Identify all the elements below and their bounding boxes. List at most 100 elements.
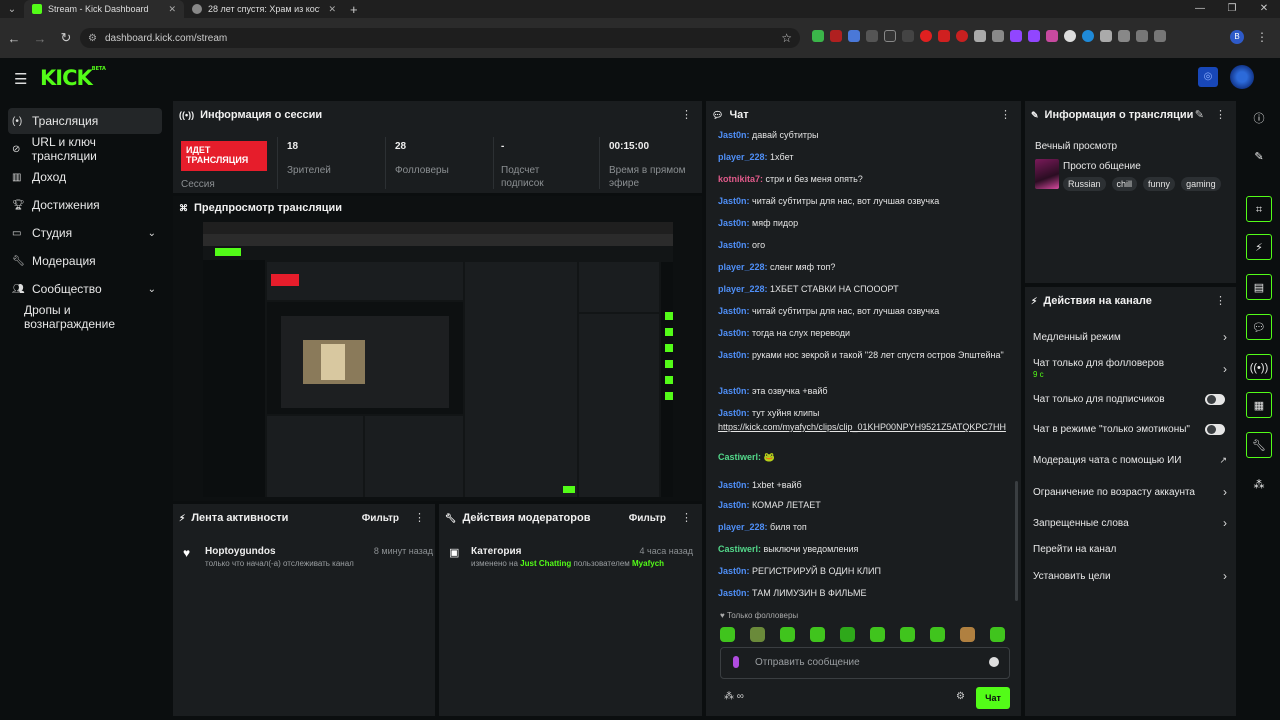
extension-icon[interactable] bbox=[992, 30, 1004, 42]
channel-action-followers-only[interactable]: Чат только для фолловеров 9 с › bbox=[1033, 358, 1227, 379]
emote-only-toggle[interactable] bbox=[1205, 424, 1225, 435]
extension-icon[interactable] bbox=[884, 30, 896, 42]
extension-icon[interactable] bbox=[1028, 30, 1040, 42]
extension-icon[interactable] bbox=[938, 30, 950, 42]
extension-shield-icon[interactable] bbox=[812, 30, 824, 42]
address-bar[interactable]: ⚙ dashboard.kick.com/stream ☆ bbox=[80, 28, 800, 48]
clip-crop-icon[interactable]: ⌗ bbox=[1246, 196, 1272, 222]
close-tab-icon[interactable]: ✕ bbox=[168, 4, 176, 15]
chat-username[interactable]: Jast0n: bbox=[718, 386, 752, 396]
chat-username[interactable]: Jast0n: bbox=[718, 130, 752, 140]
extension-icon[interactable] bbox=[866, 30, 878, 42]
chat-bubble-icon[interactable]: 💬︎ bbox=[1246, 314, 1272, 340]
extension-icon[interactable] bbox=[1064, 30, 1076, 42]
panel-menu-icon[interactable]: ⋮ bbox=[1215, 294, 1226, 307]
emote-icon[interactable] bbox=[960, 627, 975, 642]
chat-users-icon[interactable]: ⁂ ∞ bbox=[724, 691, 744, 702]
sidebar-item-achievements[interactable]: 🏆︎ Достижения bbox=[8, 192, 162, 218]
channel-action-banned-words[interactable]: Запрещенные слова › bbox=[1033, 516, 1227, 530]
chat-username[interactable]: Castiwerl: bbox=[718, 452, 764, 462]
sidebar-item-studio[interactable]: ▭ Студия ⌄ bbox=[8, 220, 162, 246]
activity-filter-button[interactable]: Фильтр bbox=[362, 513, 399, 524]
sidebar-item-community[interactable]: 👥︎ Сообщество ⌄ bbox=[8, 276, 162, 302]
emote-icon[interactable] bbox=[780, 627, 795, 642]
chat-username[interactable]: Jast0n: bbox=[718, 500, 752, 510]
panel-menu-icon[interactable]: ⋮ bbox=[681, 511, 692, 524]
chat-username[interactable]: Jast0n: bbox=[718, 240, 752, 250]
chat-scrollbar[interactable] bbox=[1015, 481, 1018, 601]
browser-tab-kick[interactable]: Stream - Kick Dashboard ✕ bbox=[24, 0, 184, 18]
emote-icon[interactable] bbox=[930, 627, 945, 642]
subs-only-toggle[interactable] bbox=[1205, 394, 1225, 405]
panel-menu-icon[interactable]: ⋮ bbox=[414, 511, 425, 524]
info-icon[interactable]: ⓘ bbox=[1246, 106, 1272, 132]
bookmark-star-icon[interactable]: ☆ bbox=[781, 31, 792, 45]
sidebar-item-revenue[interactable]: ▥ Доход bbox=[8, 164, 162, 190]
wrench-icon[interactable]: 🔧︎ bbox=[1246, 432, 1272, 458]
emoji-picker-icon[interactable] bbox=[989, 657, 999, 667]
sidebar-item-stream[interactable]: (•) Трансляция bbox=[8, 108, 162, 134]
twitch-extension-icon[interactable] bbox=[1010, 30, 1022, 42]
chat-username[interactable]: Jast0n: bbox=[718, 408, 752, 418]
close-window-icon[interactable]: ✕ bbox=[1248, 0, 1280, 18]
channel-action-account-age[interactable]: Ограничение по возрасту аккаунта › bbox=[1033, 485, 1227, 499]
reload-icon[interactable]: ↻ bbox=[54, 30, 78, 46]
chat-username[interactable]: Jast0n: bbox=[718, 306, 752, 316]
back-icon[interactable]: ← bbox=[2, 31, 26, 46]
sidebar-item-drops[interactable]: Дропы и вознаграждение bbox=[8, 303, 162, 331]
notes-icon[interactable]: ▤ bbox=[1246, 274, 1272, 300]
language-button[interactable]: ◎ bbox=[1198, 67, 1218, 87]
chat-username[interactable]: Jast0n: bbox=[718, 196, 752, 206]
reading-list-icon[interactable] bbox=[1136, 30, 1148, 42]
youtube-extension-icon[interactable] bbox=[920, 30, 932, 42]
extension-icon[interactable] bbox=[830, 30, 842, 42]
chat-username[interactable]: Jast0n: bbox=[718, 328, 752, 338]
menu-hamburger-icon[interactable]: ☰ bbox=[14, 70, 27, 88]
emote-icon[interactable] bbox=[810, 627, 825, 642]
forward-icon[interactable]: → bbox=[28, 31, 52, 46]
emote-icon[interactable] bbox=[720, 627, 735, 642]
extension-icon[interactable] bbox=[974, 30, 986, 42]
tab-search-icon[interactable]: ⌄ bbox=[0, 4, 24, 15]
emote-icon[interactable] bbox=[900, 627, 915, 642]
panel-menu-icon[interactable]: ⋮ bbox=[1000, 108, 1011, 121]
channel-action-slow-mode[interactable]: Медленный режим › bbox=[1033, 330, 1227, 344]
emote-icon[interactable] bbox=[870, 627, 885, 642]
edit-pencil-icon[interactable]: ✎ bbox=[1195, 108, 1204, 121]
kick-logo[interactable]: KICKBETA bbox=[40, 66, 106, 90]
browser-menu-icon[interactable]: ⋮ bbox=[1256, 30, 1268, 44]
extension-icon[interactable] bbox=[1100, 30, 1112, 42]
browser-tab-other[interactable]: 28 лет спустя: Храм из костей ✕ bbox=[184, 0, 344, 18]
activity-username[interactable]: Hoptoygundos bbox=[205, 546, 276, 557]
channel-action-ai-moderation[interactable]: Модерация чата с помощью ИИ ↗ bbox=[1033, 455, 1227, 466]
chat-username[interactable]: player_228: bbox=[718, 284, 770, 294]
chat-username[interactable]: Jast0n: bbox=[718, 566, 752, 576]
sidebar-item-url-key[interactable]: ⊘ URL и ключ трансляции bbox=[8, 135, 162, 163]
extension-icon[interactable] bbox=[1082, 30, 1094, 42]
chat-username[interactable]: Jast0n: bbox=[718, 350, 752, 360]
chat-username[interactable]: kotnikita7: bbox=[718, 174, 766, 184]
edit-pencil-icon[interactable]: ✎ bbox=[1246, 144, 1272, 170]
lightning-icon[interactable]: ⚡︎ bbox=[1246, 234, 1272, 260]
sidebar-panel-icon[interactable] bbox=[1154, 30, 1166, 42]
broadcast-icon[interactable]: ((•)) bbox=[1246, 354, 1272, 380]
chat-link[interactable]: https://kick.com/myafych/clips/clip_01KH… bbox=[718, 422, 1006, 432]
channel-action-set-goals[interactable]: Установить цели › bbox=[1033, 569, 1227, 583]
profile-avatar[interactable]: B bbox=[1230, 30, 1244, 44]
emote-icon[interactable] bbox=[750, 627, 765, 642]
extension-icon[interactable] bbox=[902, 30, 914, 42]
chat-message-input[interactable]: Отправить сообщение bbox=[720, 647, 1010, 679]
chat-username[interactable]: Jast0n: bbox=[718, 218, 752, 228]
chat-settings-gear-icon[interactable]: ⚙ bbox=[956, 691, 965, 702]
stream-preview-video[interactable] bbox=[203, 222, 673, 497]
channel-action-go-to-channel[interactable]: Перейти на канал bbox=[1033, 544, 1227, 555]
minimize-icon[interactable]: — bbox=[1184, 0, 1216, 18]
extension-icon[interactable] bbox=[1046, 30, 1058, 42]
site-info-icon[interactable]: ⚙ bbox=[88, 33, 97, 44]
close-tab-icon[interactable]: ✕ bbox=[328, 4, 336, 15]
layout-icon[interactable]: ▦ bbox=[1246, 392, 1272, 418]
extension-translate-icon[interactable] bbox=[848, 30, 860, 42]
modlog-filter-button[interactable]: Фильтр bbox=[629, 513, 666, 524]
chat-send-button[interactable]: Чат bbox=[976, 687, 1010, 709]
chat-username[interactable]: Jast0n: bbox=[718, 480, 752, 490]
